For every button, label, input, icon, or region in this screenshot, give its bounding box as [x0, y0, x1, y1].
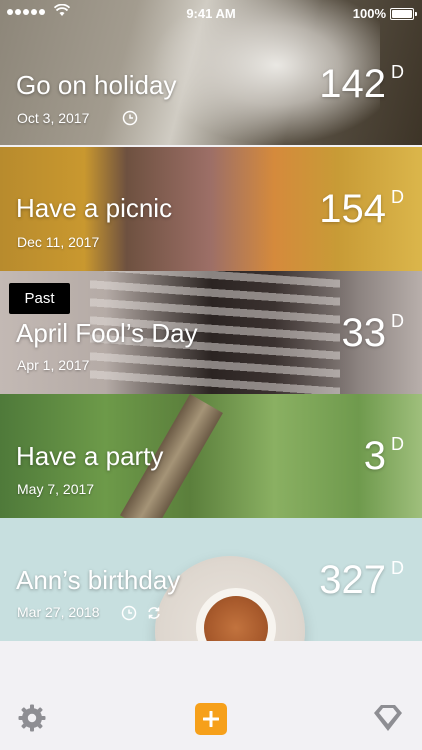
days-unit: D	[391, 187, 404, 207]
days-count: 142	[319, 62, 386, 106]
days-count: 33	[341, 311, 387, 355]
event-date: Mar 27, 2018	[17, 604, 100, 620]
days-unit: D	[391, 434, 404, 454]
days-count: 3	[363, 434, 386, 478]
days-count: 154	[319, 187, 386, 231]
event-date: Apr 1, 2017	[17, 357, 90, 373]
clock-icon	[121, 605, 137, 621]
days-count: 327	[319, 558, 386, 602]
event-title: Have a picnic	[16, 193, 173, 223]
diamond-icon[interactable]	[372, 703, 404, 733]
battery-icon	[390, 8, 417, 20]
status-bar: 9:41 AM 100%	[0, 0, 422, 26]
event-card-have-a-picnic[interactable]: Have a picnic Dec 11, 2017 154 D	[0, 147, 422, 271]
event-date: Dec 11, 2017	[17, 234, 100, 250]
event-card-anns-birthday[interactable]: Ann’s birthday Mar 27, 2018 327 D	[0, 518, 422, 642]
event-title: Ann’s birthday	[16, 565, 181, 595]
repeat-icon	[148, 607, 160, 619]
battery-percentage: 100%	[352, 6, 386, 21]
days-unit: D	[391, 311, 404, 331]
event-date: May 7, 2017	[17, 481, 95, 497]
past-badge: Past	[9, 283, 70, 314]
add-event-button[interactable]	[195, 703, 227, 735]
settings-icon[interactable]	[17, 703, 47, 733]
event-card-have-a-party[interactable]: Have a party May 7, 2017 3 D	[0, 394, 422, 518]
clock-icon	[122, 110, 138, 126]
event-title: Have a party	[16, 441, 164, 471]
event-title: Go on holiday	[16, 70, 177, 100]
event-date: Oct 3, 2017	[17, 110, 90, 126]
event-title: April Fool’s Day	[16, 318, 198, 348]
bottom-toolbar	[0, 641, 422, 750]
days-unit: D	[391, 558, 404, 578]
days-unit: D	[391, 62, 404, 82]
plus-icon	[203, 711, 219, 727]
